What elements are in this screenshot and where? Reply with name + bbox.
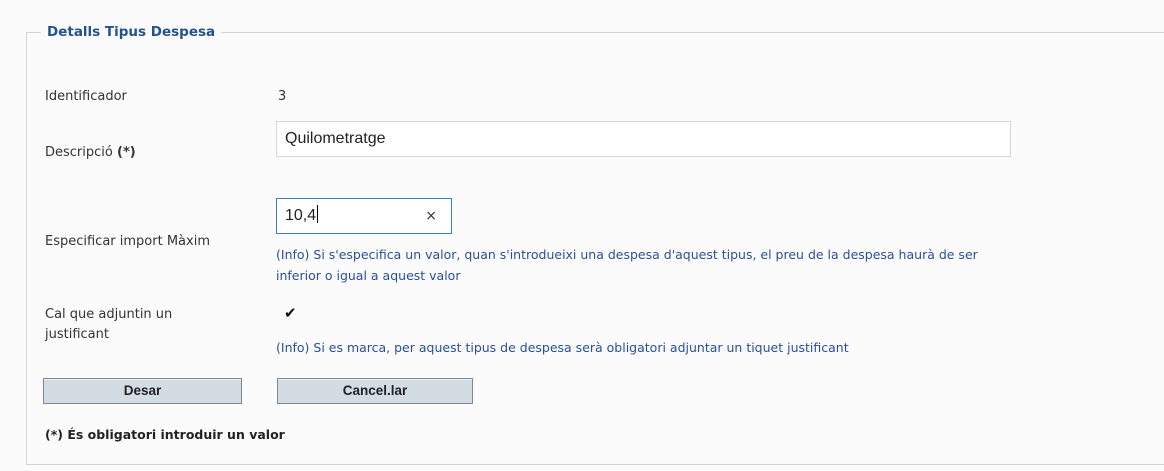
import-maxim-input-value: 10,4 <box>285 207 317 224</box>
justificant-label-line2: justificant <box>45 327 109 342</box>
cancel-button[interactable]: Cancel.lar <box>277 378 473 404</box>
identificador-value: 3 <box>278 89 287 104</box>
clear-icon[interactable]: × <box>425 199 437 233</box>
page: Detalls Tipus Despesa Identificador 3 De… <box>0 0 1164 471</box>
required-mark: (*) <box>117 145 136 160</box>
save-button[interactable]: Desar <box>43 378 242 404</box>
descripcio-input-value: Quilometratge <box>285 130 386 147</box>
identificador-label: Identificador <box>45 89 127 104</box>
descripcio-label-text: Descripció <box>45 145 113 160</box>
import-maxim-label: Especificar import Màxim <box>45 234 210 249</box>
import-maxim-info-line1: (Info) Si s'especifica un valor, quan s'… <box>276 247 978 262</box>
descripcio-input[interactable]: Quilometratge <box>276 121 1011 157</box>
section-legend: Detalls Tipus Despesa <box>41 22 222 42</box>
justificant-label-line1: Cal que adjuntin un <box>45 307 173 322</box>
justificant-checkbox[interactable]: ✔ <box>284 306 298 321</box>
import-maxim-info-line2: inferior o igual a aquest valor <box>276 268 461 283</box>
text-caret <box>317 205 319 223</box>
import-maxim-input[interactable]: 10,4 × <box>276 198 452 234</box>
descripcio-label: Descripció (*) <box>45 143 136 163</box>
justificant-info: (Info) Si es marca, per aquest tipus de … <box>276 340 849 355</box>
required-footnote: (*) És obligatori introduir un valor <box>45 427 285 442</box>
